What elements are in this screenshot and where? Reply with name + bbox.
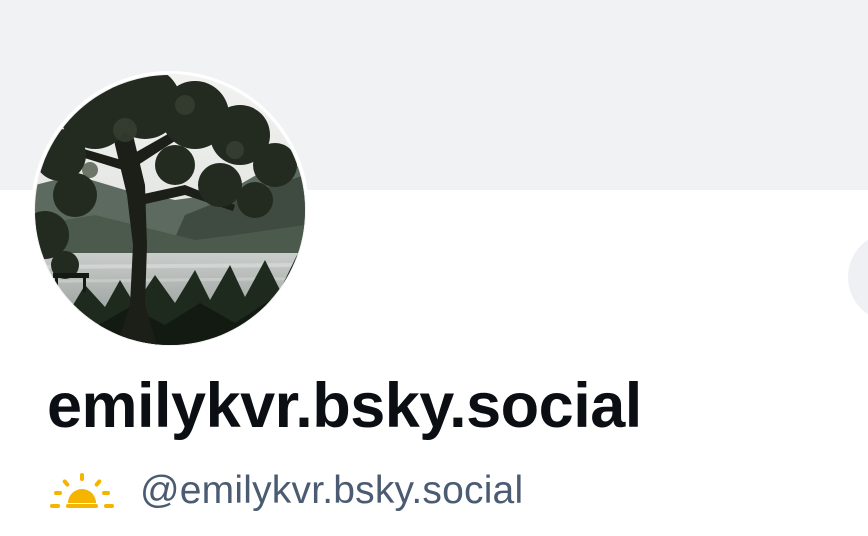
profile-page: emilykvr.bsky.social @emilykvr.bsky.soci… — [0, 0, 868, 536]
profile-action-button[interactable] — [848, 232, 868, 322]
avatar-image — [35, 75, 305, 345]
sun-icon — [50, 471, 114, 511]
display-name: emilykvr.bsky.social — [47, 371, 642, 441]
handle-row: @emilykvr.bsky.social — [50, 465, 523, 517]
profile-handle[interactable]: @emilykvr.bsky.social — [140, 469, 523, 513]
profile-avatar[interactable] — [31, 71, 309, 349]
avatar-tree-lake-photo — [35, 75, 305, 345]
